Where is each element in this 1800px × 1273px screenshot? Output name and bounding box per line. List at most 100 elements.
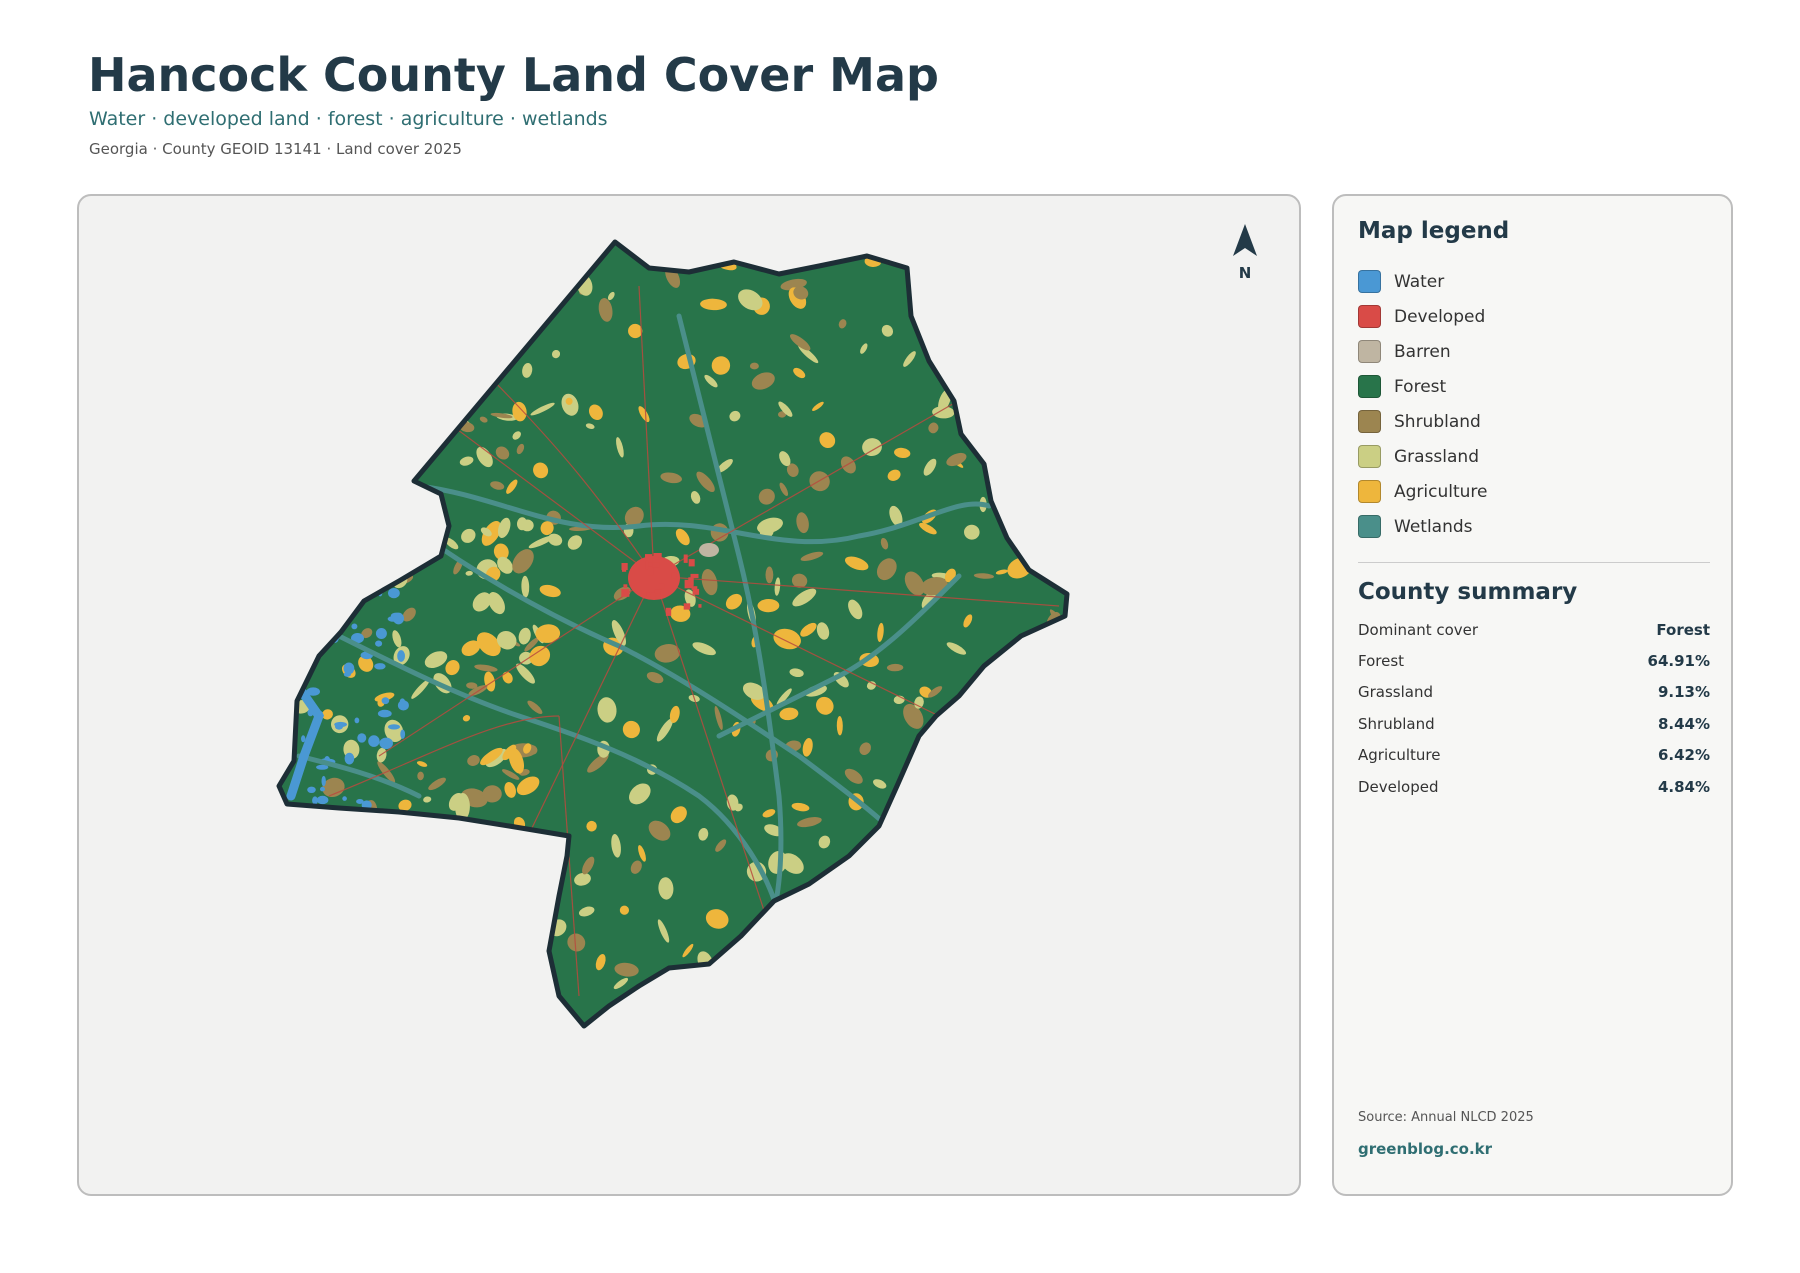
land-cover-patch (434, 370, 446, 394)
land-cover-patch (410, 535, 424, 544)
land-cover-patch (960, 995, 967, 1006)
developed-patch (648, 566, 654, 576)
land-cover-patch (315, 418, 322, 430)
summary-label: Shrubland (1358, 714, 1435, 733)
land-cover-patch (1016, 848, 1029, 860)
land-cover-patch (429, 942, 442, 960)
land-cover-patch (484, 856, 504, 881)
land-cover-patch (440, 1010, 461, 1026)
land-cover-patch (301, 354, 320, 371)
land-cover-patch (455, 302, 472, 320)
land-cover-patch (972, 860, 987, 878)
water-patch (344, 752, 355, 765)
land-cover-patch (444, 827, 458, 842)
land-cover-patch (807, 964, 819, 979)
developed-patch (692, 588, 700, 595)
land-cover-patch (323, 462, 341, 487)
water-patch (397, 700, 409, 711)
water-patch (351, 623, 358, 630)
land-cover-patch (355, 584, 373, 593)
land-cover-patch (377, 542, 386, 552)
page-subtitle: Water · developed land · forest · agricu… (89, 108, 608, 130)
water-patch (293, 574, 308, 583)
land-cover-patch (785, 933, 803, 944)
developed-patch (621, 588, 630, 597)
land-cover-patch (468, 1012, 491, 1026)
land-cover-patch (313, 832, 335, 849)
land-cover-patch (314, 500, 320, 507)
land-cover-patch (543, 983, 552, 1002)
land-cover-patch (969, 952, 982, 964)
land-cover-patch (339, 930, 362, 940)
land-cover-patch (355, 242, 371, 248)
land-cover-patch (980, 678, 993, 698)
land-cover-patch (1063, 825, 1067, 835)
land-cover-patch (1030, 895, 1042, 907)
land-cover-patch (356, 861, 377, 881)
land-cover-patch (765, 566, 774, 584)
site-credit[interactable]: greenblog.co.kr (1358, 1140, 1492, 1158)
land-cover-patch (495, 333, 505, 348)
developed-patch (646, 592, 651, 597)
summary-label: Grassland (1358, 683, 1433, 702)
land-cover-patch (279, 646, 297, 666)
land-cover-patch (1027, 330, 1038, 349)
land-cover-patch (508, 857, 526, 875)
land-cover-patch (352, 472, 365, 492)
land-cover-patch (515, 332, 521, 341)
land-cover-patch (968, 964, 980, 975)
land-cover-patch (1047, 553, 1064, 567)
land-cover-patch (1003, 671, 1023, 690)
summary-value: 4.84% (1657, 777, 1710, 796)
land-cover-patch (1049, 325, 1067, 339)
developed-patch (645, 560, 649, 570)
land-cover-patch (1015, 783, 1022, 793)
north-arrow-icon (1233, 224, 1257, 256)
developed-patch (658, 583, 665, 589)
land-cover-patch (398, 872, 415, 888)
land-cover-patch (992, 453, 1007, 467)
water-patch (375, 640, 383, 647)
legend-item-water: Water (1358, 264, 1488, 299)
land-cover-patch (354, 549, 374, 561)
map-panel[interactable] (77, 194, 1301, 1196)
water-patch (342, 796, 347, 801)
county-map[interactable] (79, 196, 1299, 1194)
water-patch (368, 735, 380, 747)
summary-value: 6.42% (1657, 746, 1710, 765)
land-cover-patch (312, 585, 321, 596)
water-patch (388, 588, 400, 599)
land-cover-patch (537, 242, 548, 267)
page-title: Hancock County Land Cover Map (88, 48, 939, 102)
land-cover-patch (900, 921, 909, 928)
water-patch (320, 587, 326, 596)
land-cover-patch (1007, 444, 1027, 468)
land-cover-patch (367, 356, 380, 375)
land-cover-patch (923, 849, 951, 858)
legend-label-water: Water (1394, 271, 1445, 292)
developed-patch (621, 563, 628, 570)
land-cover-patch (448, 866, 468, 887)
land-cover-patch (922, 874, 930, 888)
land-cover-patch (1013, 384, 1032, 394)
land-cover-patch (1022, 395, 1039, 406)
land-cover-patch (420, 981, 435, 996)
summary-row-grassland: Grassland 9.13% (1358, 677, 1710, 708)
land-cover-patch (414, 886, 430, 914)
land-cover-patch (282, 837, 292, 847)
source-note: Source: Annual NLCD 2025 (1358, 1110, 1534, 1125)
summary-title: County summary (1358, 579, 1578, 605)
land-cover-patch (422, 242, 441, 258)
land-cover-patch (980, 791, 998, 810)
legend-swatch-agriculture (1358, 480, 1381, 503)
legend-item-agriculture: Agriculture (1358, 474, 1488, 509)
land-cover-patch (392, 545, 403, 565)
land-cover-patch (403, 513, 422, 532)
land-cover-patch (760, 963, 772, 984)
land-cover-patch (891, 997, 915, 1012)
land-cover-patch (503, 856, 521, 874)
land-cover-patch (480, 254, 497, 279)
summary-value: 9.13% (1657, 683, 1710, 702)
water-patch (343, 662, 355, 675)
land-cover-patch (492, 291, 507, 315)
